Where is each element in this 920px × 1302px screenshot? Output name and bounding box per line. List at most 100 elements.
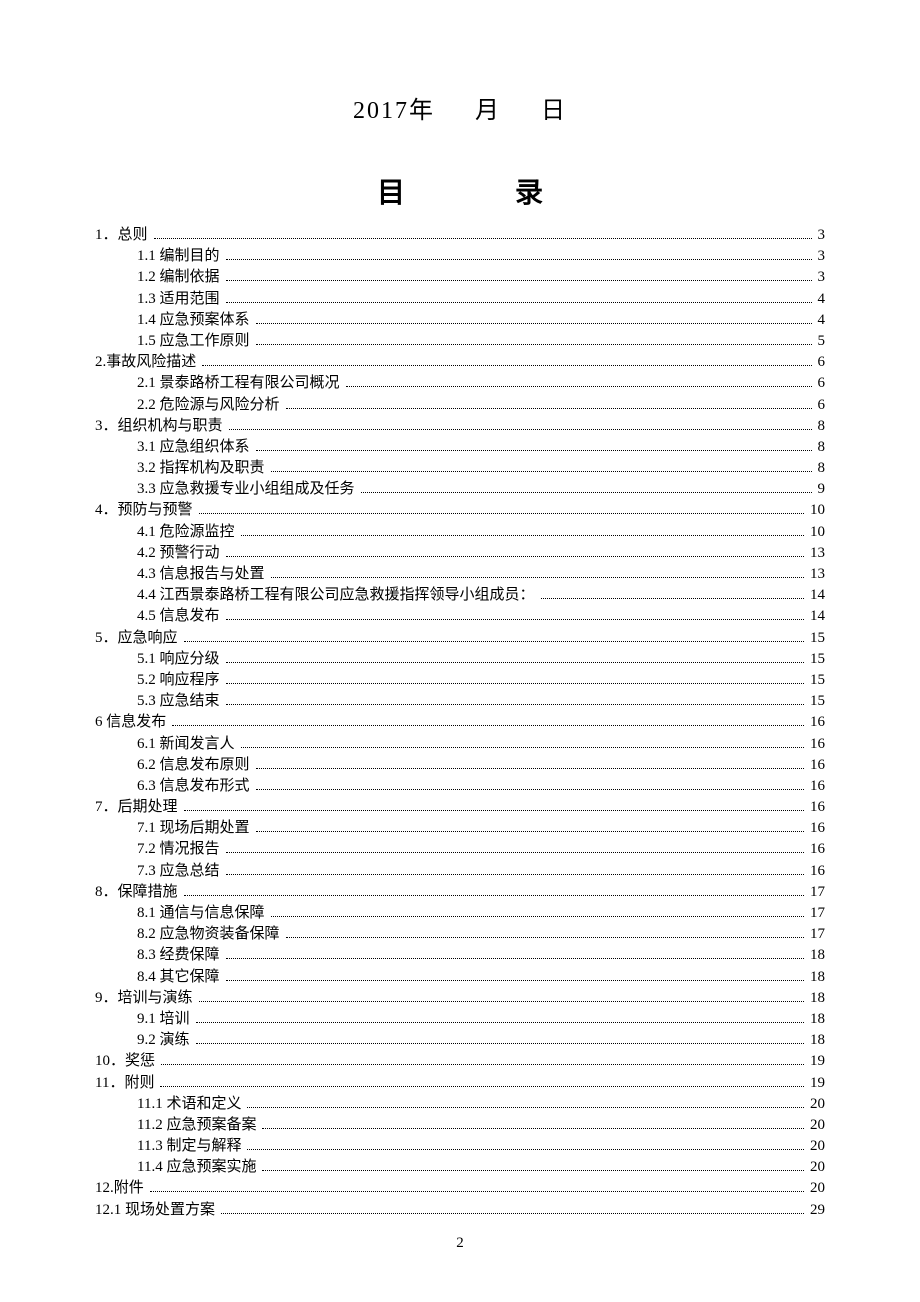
- toc-row: 10．奖惩 19: [95, 1051, 825, 1072]
- toc-entry-page: 3: [814, 226, 826, 245]
- toc-entry-label: 3.3 应急救援专业小组组成及任务: [137, 480, 359, 499]
- toc-row: 2.事故风险描述 6: [95, 352, 825, 373]
- toc-leader-dots: [199, 502, 804, 515]
- toc-entry-page: 20: [806, 1116, 825, 1135]
- toc-entry-label: 7.3 应急总结: [137, 862, 224, 881]
- toc-leader-dots: [256, 332, 812, 345]
- toc-entry-page: 6: [814, 353, 826, 372]
- toc-row: 7.2 情况报告16: [95, 839, 825, 860]
- toc-leader-dots: [226, 968, 804, 981]
- toc-leader-dots: [241, 523, 804, 536]
- toc-entry-label: 2.事故风险描述: [95, 353, 200, 372]
- toc-row: 12.1 现场处置方案 29: [95, 1200, 825, 1221]
- toc-title-left: 目: [377, 178, 405, 209]
- toc-entry-label: 2.2 危险源与风险分析: [137, 396, 284, 415]
- date-month-suffix: 月: [475, 98, 501, 124]
- toc-entry-label: 8.2 应急物资装备保障: [137, 925, 284, 944]
- toc-row: 1.2 编制依据3: [95, 267, 825, 288]
- toc-entry-label: 6.3 信息发布形式: [137, 777, 254, 796]
- toc-entry-page: 8: [814, 459, 826, 478]
- toc-row: 11.4 应急预案实施20: [95, 1157, 825, 1178]
- toc-entry-page: 20: [806, 1158, 825, 1177]
- toc-entry-label: 11.1 术语和定义: [137, 1095, 245, 1114]
- toc-leader-dots: [184, 629, 804, 642]
- toc-entry-page: 16: [806, 862, 825, 881]
- toc-row: 4.5 信息发布14: [95, 606, 825, 627]
- toc-entry-page: 9: [814, 480, 826, 499]
- toc-row: 4.2 预警行动13: [95, 543, 825, 564]
- toc-leader-dots: [226, 947, 804, 960]
- toc-entry-label: 8．保障措施: [95, 883, 182, 902]
- toc-leader-dots: [361, 481, 812, 494]
- toc-leader-dots: [226, 608, 804, 621]
- toc-leader-dots: [184, 883, 804, 896]
- toc-row: 11.2 应急预案备案20: [95, 1115, 825, 1136]
- date-day-suffix: 日: [541, 98, 567, 124]
- toc-entry-label: 6.2 信息发布原则: [137, 756, 254, 775]
- toc-entry-page: 16: [806, 819, 825, 838]
- toc-leader-dots: [256, 311, 812, 324]
- toc-row: 1.5 应急工作原则5: [95, 331, 825, 352]
- toc-entry-page: 15: [806, 629, 825, 648]
- toc-entry-label: 4.5 信息发布: [137, 607, 224, 626]
- toc-entry-label: 4．预防与预警: [95, 501, 197, 520]
- toc-leader-dots: [241, 735, 804, 748]
- toc-entry-page: 19: [806, 1074, 825, 1093]
- toc-leader-dots: [256, 820, 804, 833]
- toc-entry-page: 18: [806, 989, 825, 1008]
- toc-entry-page: 16: [806, 777, 825, 796]
- toc-entry-label: 3．组织机构与职责: [95, 417, 227, 436]
- toc-entry-page: 29: [806, 1201, 825, 1220]
- toc-leader-dots: [226, 692, 804, 705]
- toc-row: 2.2 危险源与风险分析6: [95, 395, 825, 416]
- toc-entry-label: 8.3 经费保障: [137, 946, 224, 965]
- toc-leader-dots: [160, 1074, 804, 1087]
- toc-entry-label: 1.3 适用范围: [137, 290, 224, 309]
- toc-entry-label: 4.2 预警行动: [137, 544, 224, 563]
- toc-row: 5.3 应急结束 15: [95, 691, 825, 712]
- toc-entry-page: 10: [806, 523, 825, 542]
- toc-row: 9.1 培训18: [95, 1009, 825, 1030]
- toc-entry-page: 4: [814, 311, 826, 330]
- toc-entry-label: 1.5 应急工作原则: [137, 332, 254, 351]
- toc-entry-page: 16: [806, 798, 825, 817]
- toc-leader-dots: [286, 925, 804, 938]
- toc-entry-page: 4: [814, 290, 826, 309]
- toc-entry-page: 20: [806, 1095, 825, 1114]
- toc-entry-page: 17: [806, 925, 825, 944]
- toc-row: 8.1 通信与信息保障17: [95, 903, 825, 924]
- toc-entry-label: 1.1 编制目的: [137, 247, 224, 266]
- toc-entry-label: 5.3 应急结束: [137, 692, 224, 711]
- toc-leader-dots: [226, 841, 804, 854]
- toc-entry-page: 19: [806, 1052, 825, 1071]
- toc-entry-page: 16: [806, 735, 825, 754]
- toc-entry-label: 5.1 响应分级: [137, 650, 224, 669]
- toc-leader-dots: [256, 756, 804, 769]
- toc-entry-label: 12.1 现场处置方案: [95, 1201, 219, 1220]
- toc-row: 6 信息发布16: [95, 712, 825, 733]
- toc-row: 3．组织机构与职责8: [95, 416, 825, 437]
- date-year: 2017: [353, 98, 409, 124]
- toc-row: 11．附则19: [95, 1073, 825, 1094]
- toc-entry-label: 9.1 培训: [137, 1010, 194, 1029]
- toc-row: 6.2 信息发布原则16: [95, 755, 825, 776]
- toc-row: 5．应急响应15: [95, 628, 825, 649]
- toc-entry-page: 17: [806, 883, 825, 902]
- toc-entry-label: 8.1 通信与信息保障: [137, 904, 269, 923]
- toc-row: 8．保障措施 17: [95, 882, 825, 903]
- toc-entry-label: 6.1 新闻发言人: [137, 735, 239, 754]
- toc-leader-dots: [221, 1201, 804, 1214]
- toc-leader-dots: [161, 1053, 804, 1066]
- toc-entry-label: 6 信息发布: [95, 713, 170, 732]
- toc-row: 4.1 危险源监控10: [95, 522, 825, 543]
- toc-row: 7．后期处理16: [95, 797, 825, 818]
- toc-entry-page: 6: [814, 374, 826, 393]
- toc-row: 1.1 编制目的3: [95, 246, 825, 267]
- toc-leader-dots: [184, 798, 804, 811]
- page-number: 2: [0, 1235, 920, 1252]
- toc-leader-dots: [286, 396, 812, 409]
- toc-entry-page: 15: [806, 671, 825, 690]
- toc-entry-page: 15: [806, 692, 825, 711]
- toc-entry-label: 10．奖惩: [95, 1052, 159, 1071]
- toc-entry-label: 9.2 演练: [137, 1031, 194, 1050]
